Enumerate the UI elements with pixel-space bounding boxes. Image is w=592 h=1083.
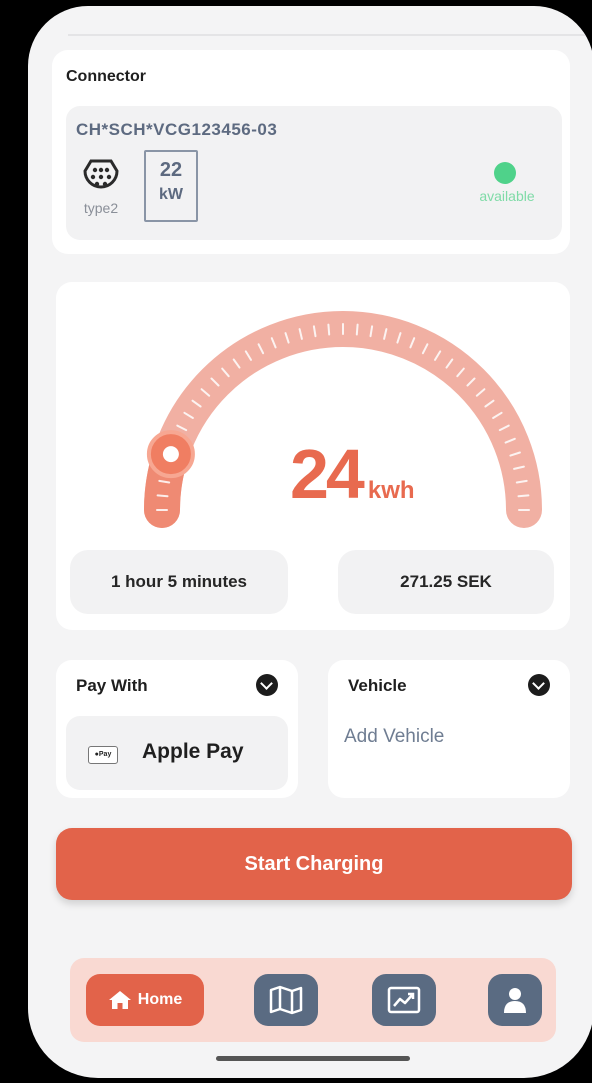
home-icon bbox=[108, 991, 131, 1009]
energy-readout: 24 kwh bbox=[290, 434, 415, 514]
charging-gauge-card: 24 kwh 1 hour 5 minutes 271.25 SEK bbox=[56, 282, 570, 630]
nav-profile-button[interactable] bbox=[488, 974, 542, 1026]
header-divider bbox=[68, 34, 592, 36]
plug-type-label: type2 bbox=[83, 200, 119, 216]
chevron-down-icon[interactable] bbox=[256, 674, 278, 696]
phone-screen: Connector CH*SCH*VCG123456-03 type2 22 k… bbox=[28, 6, 592, 1078]
gauge-tick bbox=[156, 494, 169, 498]
chevron-down-icon[interactable] bbox=[528, 674, 550, 696]
vehicle-card[interactable]: Vehicle Add Vehicle bbox=[328, 660, 570, 798]
gauge-tick bbox=[327, 323, 331, 336]
gauge-tick bbox=[517, 494, 530, 498]
start-charging-button[interactable]: Start Charging bbox=[56, 828, 572, 900]
power-rating: 22 kW bbox=[144, 150, 198, 222]
gauge-handle-dot bbox=[162, 446, 179, 463]
bottom-nav: Home bbox=[70, 958, 556, 1042]
chart-icon bbox=[387, 986, 421, 1014]
nav-home-button[interactable]: Home bbox=[86, 974, 204, 1026]
apple-pay-icon: ●Pay bbox=[88, 746, 118, 764]
vehicle-title: Vehicle bbox=[348, 676, 407, 695]
pay-with-title: Pay With bbox=[76, 676, 148, 695]
nav-stats-button[interactable] bbox=[372, 974, 436, 1026]
add-vehicle-link[interactable]: Add Vehicle bbox=[344, 726, 444, 748]
nav-map-button[interactable] bbox=[254, 974, 318, 1026]
gauge-tick bbox=[355, 323, 359, 336]
profile-icon bbox=[504, 988, 526, 1013]
connector-title: Connector bbox=[66, 68, 146, 85]
energy-value: 24 bbox=[290, 435, 365, 513]
home-indicator bbox=[216, 1056, 410, 1061]
power-unit: kW bbox=[159, 186, 183, 203]
connector-card: Connector CH*SCH*VCG123456-03 type2 22 k… bbox=[52, 50, 570, 254]
status-dot-icon bbox=[494, 162, 516, 184]
power-value: 22 bbox=[159, 159, 183, 181]
payment-method[interactable]: ●Pay Apple Pay bbox=[66, 716, 288, 790]
connector-id: CH*SCH*VCG123456-03 bbox=[76, 120, 278, 139]
map-icon bbox=[269, 985, 303, 1015]
pay-with-card[interactable]: Pay With ●Pay Apple Pay bbox=[56, 660, 298, 798]
cost-pill: 271.25 SEK bbox=[338, 550, 554, 614]
connector-details[interactable]: CH*SCH*VCG123456-03 type2 22 kW availabl… bbox=[66, 106, 562, 240]
energy-unit: kwh bbox=[367, 477, 415, 504]
payment-method-label: Apple Pay bbox=[142, 740, 244, 763]
nav-home-label: Home bbox=[137, 991, 183, 1008]
type2-plug-icon bbox=[83, 159, 119, 189]
duration-pill: 1 hour 5 minutes bbox=[70, 550, 288, 614]
status-label: available bbox=[479, 188, 535, 204]
